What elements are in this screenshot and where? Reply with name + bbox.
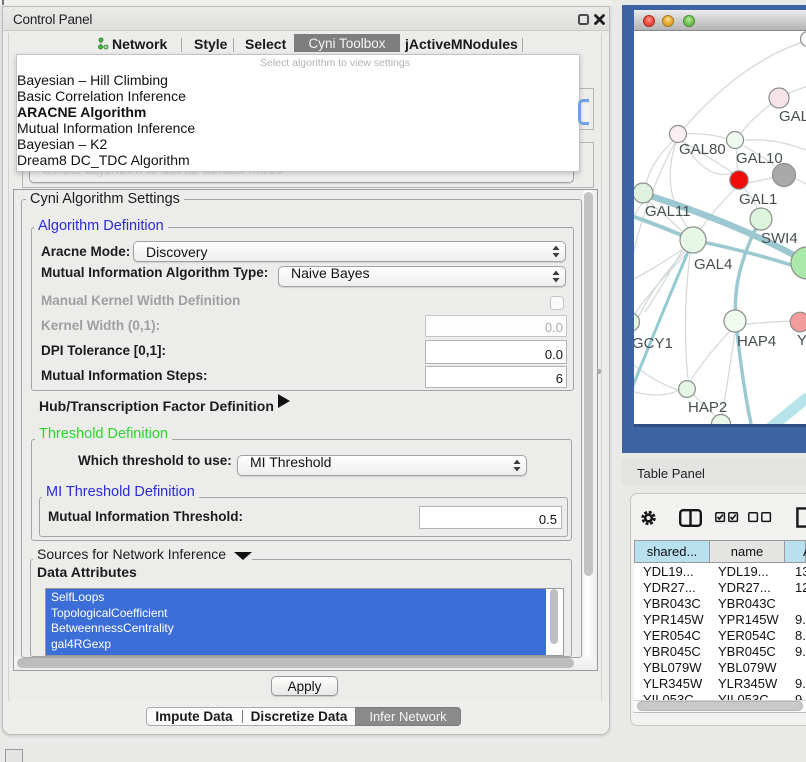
svg-text:YJ: YJ [797,332,806,349]
svg-text:HAP2: HAP2 [688,399,727,416]
svg-text:SWI4: SWI4 [761,230,798,247]
svg-text:GAL10: GAL10 [736,150,783,167]
svg-text:GAL1: GAL1 [739,191,777,208]
svg-text:GAL4: GAL4 [694,256,732,273]
svg-text:GAL80: GAL80 [679,141,726,158]
svg-text:GAL7: GAL7 [779,108,806,125]
svg-text:GAL11: GAL11 [645,203,691,220]
svg-text:HAP4: HAP4 [737,333,776,350]
svg-text:GCY1: GCY1 [634,335,673,352]
